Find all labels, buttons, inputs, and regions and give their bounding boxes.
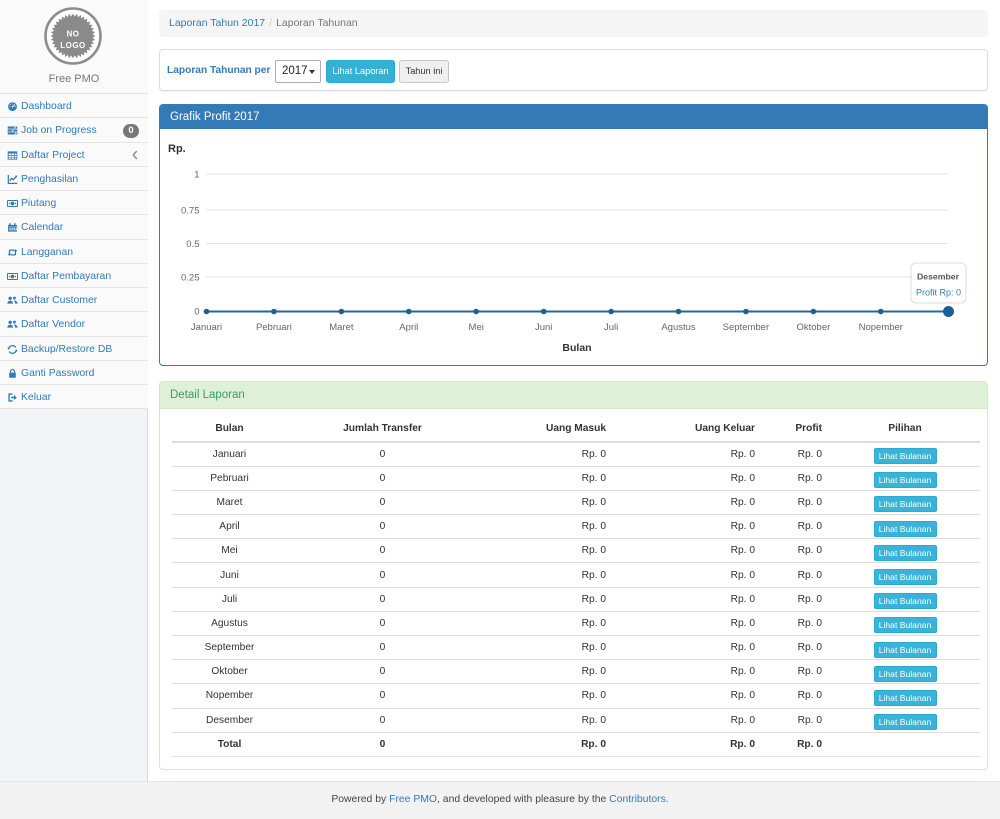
- svg-text:0.25: 0.25: [181, 273, 200, 284]
- svg-text:1: 1: [194, 170, 199, 181]
- svg-text:0.5: 0.5: [186, 239, 199, 250]
- svg-text:Rp.: Rp.: [168, 143, 186, 155]
- svg-text:Nopember: Nopember: [859, 322, 903, 333]
- svg-text:Profit Rp: 0: Profit Rp: 0: [916, 288, 961, 298]
- svg-text:Desember: Desember: [917, 272, 960, 282]
- svg-text:NO: NO: [67, 30, 80, 39]
- svg-text:0: 0: [194, 307, 199, 318]
- svg-text:Juli: Juli: [604, 322, 618, 333]
- svg-text:April: April: [399, 322, 418, 333]
- svg-text:Agustus: Agustus: [661, 322, 696, 333]
- svg-text:Juni: Juni: [535, 322, 552, 333]
- svg-text:LOGO: LOGO: [60, 41, 86, 50]
- svg-text:Mei: Mei: [469, 322, 484, 333]
- svg-text:Januari: Januari: [191, 322, 222, 333]
- svg-text:Oktober: Oktober: [797, 322, 831, 333]
- svg-text:Maret: Maret: [329, 322, 354, 333]
- svg-text:Bulan: Bulan: [562, 342, 591, 354]
- svg-text:0.75: 0.75: [181, 206, 200, 217]
- svg-text:Pebruari: Pebruari: [256, 322, 292, 333]
- svg-text:September: September: [723, 322, 769, 333]
